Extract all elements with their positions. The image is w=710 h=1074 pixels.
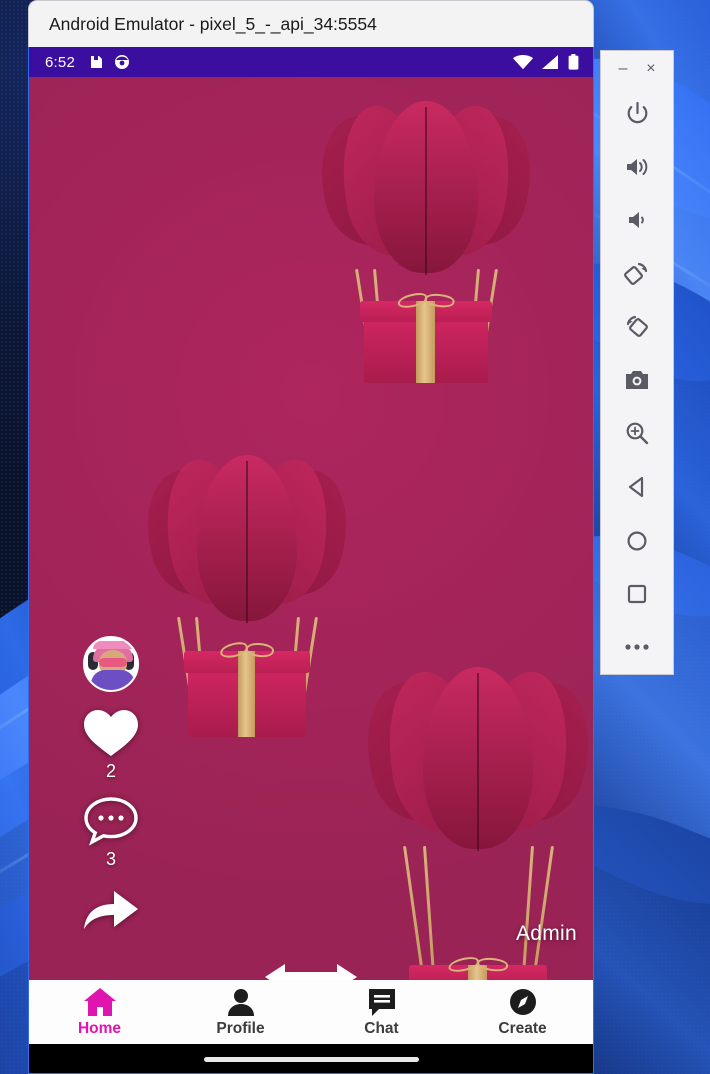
nav-item-home[interactable]: Home xyxy=(29,987,170,1038)
heart-balloon-gift-graphic xyxy=(131,452,363,745)
back-button[interactable] xyxy=(601,460,673,513)
wifi-icon xyxy=(513,54,533,70)
emulator-titlebar[interactable]: Android Emulator - pixel_5_-_api_34:5554 xyxy=(28,0,594,47)
zoom-button[interactable] xyxy=(601,407,673,460)
nav-item-create[interactable]: Create xyxy=(452,987,593,1038)
status-notification-icons xyxy=(89,54,130,70)
browser-icon xyxy=(114,54,130,70)
overview-button[interactable] xyxy=(601,567,673,620)
screenshot-button[interactable] xyxy=(601,354,673,407)
chat-icon xyxy=(366,987,398,1017)
home-indicator-pill[interactable] xyxy=(203,1056,419,1062)
share-arrow-icon[interactable] xyxy=(80,884,142,932)
gift-box-icon xyxy=(409,955,547,980)
comment-bubble-icon[interactable] xyxy=(83,796,139,846)
gift-box-icon xyxy=(184,640,310,737)
more-button[interactable] xyxy=(601,621,673,674)
cellular-signal-icon xyxy=(542,54,559,70)
android-gesture-bar[interactable] xyxy=(29,1044,593,1073)
nav-label-chat: Chat xyxy=(364,1019,399,1037)
video-feed-content[interactable]: 2 3 Admin xyxy=(29,77,593,980)
heart-balloon-icon xyxy=(304,98,548,287)
nav-item-profile[interactable]: Profile xyxy=(170,987,311,1038)
home-button[interactable] xyxy=(601,514,673,567)
android-status-bar: 6:52 xyxy=(29,47,593,77)
overlay-username: Admin xyxy=(515,922,577,945)
rotate-right-button[interactable] xyxy=(601,300,673,353)
battery-icon xyxy=(568,54,579,70)
bottom-navigation-bar: Home Profile Chat Create xyxy=(29,980,593,1044)
avatar-jacket xyxy=(91,670,135,690)
heart-balloon-icon xyxy=(131,452,363,635)
nav-label-create: Create xyxy=(498,1019,547,1037)
nav-label-profile: Profile xyxy=(216,1019,265,1037)
volume-down-button[interactable] xyxy=(601,193,673,246)
compass-icon xyxy=(508,987,538,1017)
status-time: 6:52 xyxy=(45,53,75,71)
heart-icon[interactable] xyxy=(82,708,140,758)
person-icon xyxy=(226,987,256,1017)
status-system-icons xyxy=(513,54,579,70)
emulator-side-toolbar: – × xyxy=(600,50,674,675)
comment-count: 3 xyxy=(105,849,116,869)
avatar[interactable] xyxy=(83,636,139,692)
rotate-left-button[interactable] xyxy=(601,247,673,300)
window-title: Android Emulator - pixel_5_-_api_34:5554 xyxy=(49,13,377,34)
android-emulator-window: Android Emulator - pixel_5_-_api_34:5554… xyxy=(28,0,594,1074)
close-button[interactable]: × xyxy=(646,60,655,77)
nav-label-home: Home xyxy=(77,1019,122,1037)
gift-box-icon xyxy=(360,291,492,383)
app-tile-icon xyxy=(89,54,104,70)
feed-action-rail: 2 3 xyxy=(75,636,147,932)
minimize-button[interactable]: – xyxy=(618,60,627,77)
home-icon xyxy=(83,987,117,1017)
avatar-sunglasses xyxy=(99,658,127,667)
avatar-headband xyxy=(93,641,133,649)
heart-balloon-gift-graphic xyxy=(304,98,548,401)
volume-up-button[interactable] xyxy=(601,140,673,193)
toolbar-window-controls: – × xyxy=(601,51,673,87)
power-button[interactable] xyxy=(601,87,673,140)
horizontal-double-arrow-icon xyxy=(265,960,357,980)
like-count: 2 xyxy=(105,761,116,781)
nav-item-chat[interactable]: Chat xyxy=(311,987,452,1038)
heart-balloon-icon xyxy=(349,664,593,865)
emulator-screen: 6:52 2 3 Admin Home Profile Chat Create xyxy=(28,47,594,1074)
